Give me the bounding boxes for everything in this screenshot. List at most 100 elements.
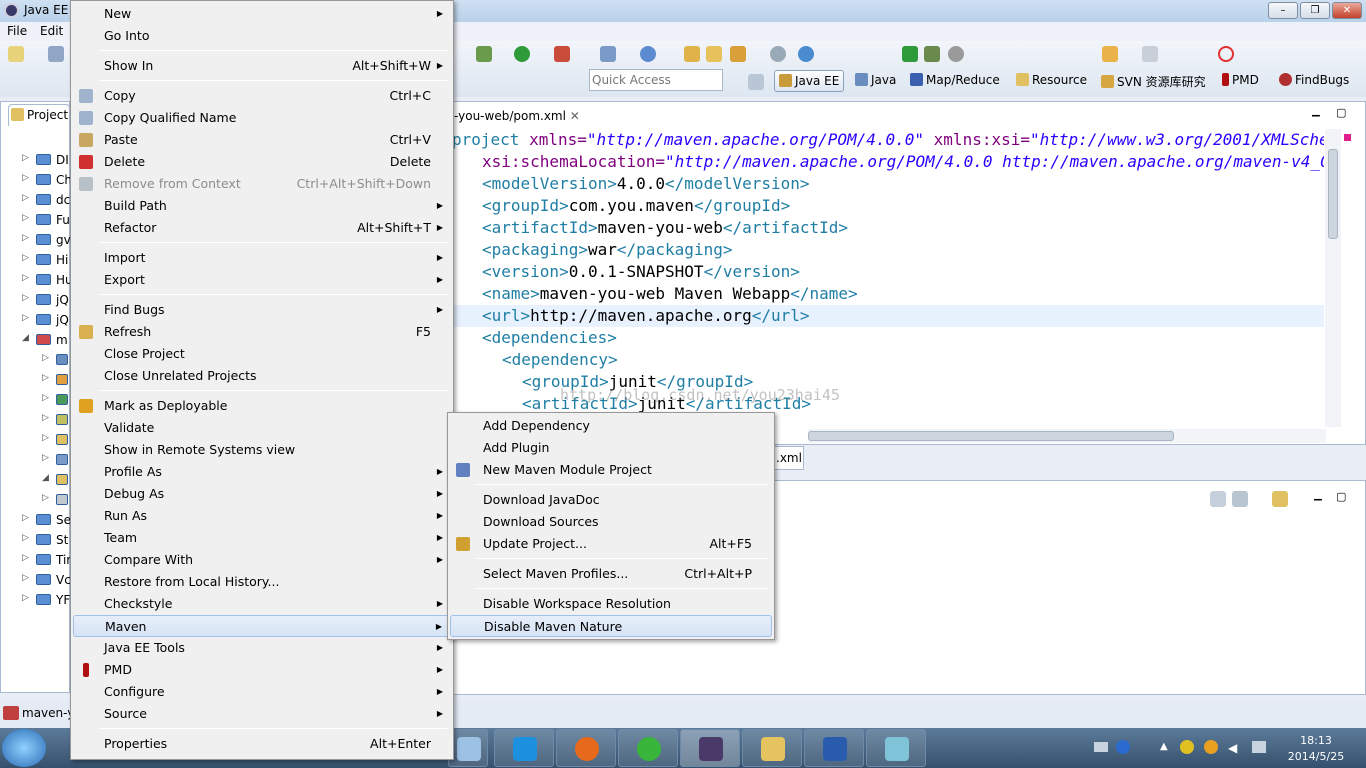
menu-item-paste[interactable]: Paste Ctrl+V <box>73 129 451 151</box>
menu-item-run-as[interactable]: Run As ▶ <box>73 505 451 527</box>
code-line[interactable]: <groupId>com.you.maven</groupId> <box>452 195 1324 217</box>
menu-item-properties[interactable]: Properties Alt+Enter <box>73 733 451 755</box>
close-button[interactable]: ✕ <box>1332 2 1362 19</box>
menu-item-close-unrelated-projects[interactable]: Close Unrelated Projects <box>73 365 451 387</box>
expand-arrow-icon[interactable]: ▷ <box>22 593 29 603</box>
expand-arrow-icon[interactable]: ▷ <box>22 153 29 163</box>
forward-icon[interactable] <box>1142 46 1158 62</box>
open-type-icon[interactable] <box>684 46 700 62</box>
code-line[interactable]: <dependency> <box>452 349 1324 371</box>
qq-icon[interactable] <box>1204 740 1218 754</box>
maximize-panel-icon[interactable]: ▢ <box>1336 490 1346 503</box>
debug-icon[interactable] <box>476 46 492 62</box>
menu-item-team[interactable]: Team ▶ <box>73 527 451 549</box>
open-perspective-icon[interactable] <box>748 74 764 90</box>
editor-bottom-tab[interactable]: .xml <box>774 446 804 470</box>
close-tab-icon[interactable]: ✕ <box>570 109 580 123</box>
expand-arrow-icon[interactable]: ▷ <box>42 413 49 423</box>
editor-vertical-scrollbar[interactable] <box>1325 129 1341 427</box>
server-debug-icon[interactable] <box>924 46 940 62</box>
code-line[interactable]: <version>0.0.1-SNAPSHOT</version> <box>452 261 1324 283</box>
tray-add-icon[interactable] <box>1180 740 1194 754</box>
expand-arrow-icon[interactable]: ▷ <box>42 373 49 383</box>
minimize-button[interactable]: – <box>1268 2 1298 19</box>
expand-arrow-icon[interactable]: ▷ <box>22 193 29 203</box>
menu-item-export[interactable]: Export ▶ <box>73 269 451 291</box>
taskbar-vbox[interactable] <box>448 729 488 767</box>
expand-arrow-icon[interactable]: ▷ <box>22 533 29 543</box>
menu-item-download-sources[interactable]: Download Sources <box>450 511 772 533</box>
new-class-icon[interactable] <box>640 46 656 62</box>
server-run-icon[interactable] <box>902 46 918 62</box>
menu-item-close-project[interactable]: Close Project <box>73 343 451 365</box>
perspective-map-reduce[interactable]: Map/Reduce <box>906 70 1004 92</box>
tree-item[interactable]: ◢ <box>0 470 70 490</box>
tree-item[interactable]: ▷ <box>0 430 70 450</box>
tree-item[interactable]: ▷ jQ <box>0 290 70 310</box>
expand-arrow-icon[interactable]: ▷ <box>22 253 29 263</box>
taskbar-explorer[interactable] <box>742 729 802 767</box>
expand-arrow-icon[interactable]: ▷ <box>42 493 49 503</box>
code-line[interactable]: <artifactId>maven-you-web</artifactId> <box>452 217 1324 239</box>
new-icon[interactable] <box>8 46 24 62</box>
taskbar-java-ee[interactable] <box>680 729 740 767</box>
menu-item-source[interactable]: Source ▶ <box>73 703 451 725</box>
menu-item-compare-with[interactable]: Compare With ▶ <box>73 549 451 571</box>
external-tools-icon[interactable] <box>554 46 570 62</box>
taskbar-firefox[interactable] <box>556 729 616 767</box>
expand-arrow-icon[interactable]: ▷ <box>42 353 49 363</box>
menu-item-refresh[interactable]: Refresh F5 <box>73 321 451 343</box>
back-icon[interactable] <box>1102 46 1118 62</box>
perspective-java-ee[interactable]: Java EE <box>774 70 845 92</box>
menu-item-restore-from-local-history[interactable]: Restore from Local History... <box>73 571 451 593</box>
perspective-findbugs[interactable]: FindBugs <box>1275 70 1353 92</box>
taskbar-notepad[interactable] <box>866 729 926 767</box>
expand-arrow-icon[interactable]: ◢ <box>22 333 29 343</box>
code-line[interactable]: <modelVersion>4.0.0</modelVersion> <box>452 173 1324 195</box>
tree-item[interactable]: ▷ Vc <box>0 570 70 590</box>
menu-item-add-plugin[interactable]: Add Plugin <box>450 437 772 459</box>
perspective-java[interactable]: Java <box>851 70 900 92</box>
volume-icon[interactable]: ◀ <box>1228 741 1237 755</box>
tree-item[interactable]: ◢ m <box>0 330 70 350</box>
expand-arrow-icon[interactable]: ▷ <box>42 393 49 403</box>
menu-item-refactor[interactable]: Refactor Alt+Shift+T ▶ <box>73 217 451 239</box>
tree-item[interactable]: ▷ Ch <box>0 170 70 190</box>
menu-item-mark-as-deployable[interactable]: Mark as Deployable <box>73 395 451 417</box>
expand-arrow-icon[interactable]: ▷ <box>42 433 49 443</box>
tree-item[interactable]: ▷ YF <box>0 590 70 610</box>
perspective-svn[interactable]: SVN 资源库研究 <box>1097 70 1210 92</box>
code-line[interactable]: <dependencies> <box>452 327 1324 349</box>
menu-item-build-path[interactable]: Build Path ▶ <box>73 195 451 217</box>
taskbar-cloud[interactable] <box>494 729 554 767</box>
tree-item[interactable]: ▷ <box>0 450 70 470</box>
maximize-button[interactable]: ❐ <box>1300 2 1330 19</box>
menu-item-disable-workspace-resolution[interactable]: Disable Workspace Resolution <box>450 593 772 615</box>
help-icon[interactable] <box>1116 740 1130 754</box>
menu-edit[interactable]: Edit <box>40 24 63 38</box>
expand-arrow-icon[interactable]: ◢ <box>42 473 49 483</box>
tree-item[interactable]: ▷ <box>0 350 70 370</box>
tree-item[interactable]: ▷ gv <box>0 230 70 250</box>
code-line[interactable]: <url>http://maven.apache.org</url> <box>452 305 1324 327</box>
code-line[interactable]: <packaging>war</packaging> <box>452 239 1324 261</box>
run-icon[interactable] <box>514 46 530 62</box>
menu-item-maven[interactable]: Maven ▶ <box>73 615 451 637</box>
menu-item-copy[interactable]: Copy Ctrl+C <box>73 85 451 107</box>
tab-pom-xml[interactable]: -you-web/pom.xml ✕ <box>452 106 580 128</box>
expand-arrow-icon[interactable]: ▷ <box>22 553 29 563</box>
expand-arrow-icon[interactable]: ▷ <box>22 293 29 303</box>
panel-menu-icon[interactable] <box>1232 491 1248 507</box>
pencil-icon[interactable] <box>730 46 746 62</box>
quick-access-input[interactable]: Quick Access <box>589 69 723 91</box>
tree-item[interactable]: ▷ St <box>0 530 70 550</box>
search-icon[interactable] <box>770 46 786 62</box>
clock[interactable]: 18:13 2014/5/25 <box>1276 733 1356 765</box>
tree-item[interactable]: ▷ Hi <box>0 250 70 270</box>
tab-project-explorer[interactable]: Project <box>8 104 70 126</box>
expand-arrow-icon[interactable]: ▷ <box>22 273 29 283</box>
globe-icon[interactable] <box>798 46 814 62</box>
stop-icon[interactable] <box>948 46 964 62</box>
menu-item-checkstyle[interactable]: Checkstyle ▶ <box>73 593 451 615</box>
new-server-icon[interactable] <box>600 46 616 62</box>
